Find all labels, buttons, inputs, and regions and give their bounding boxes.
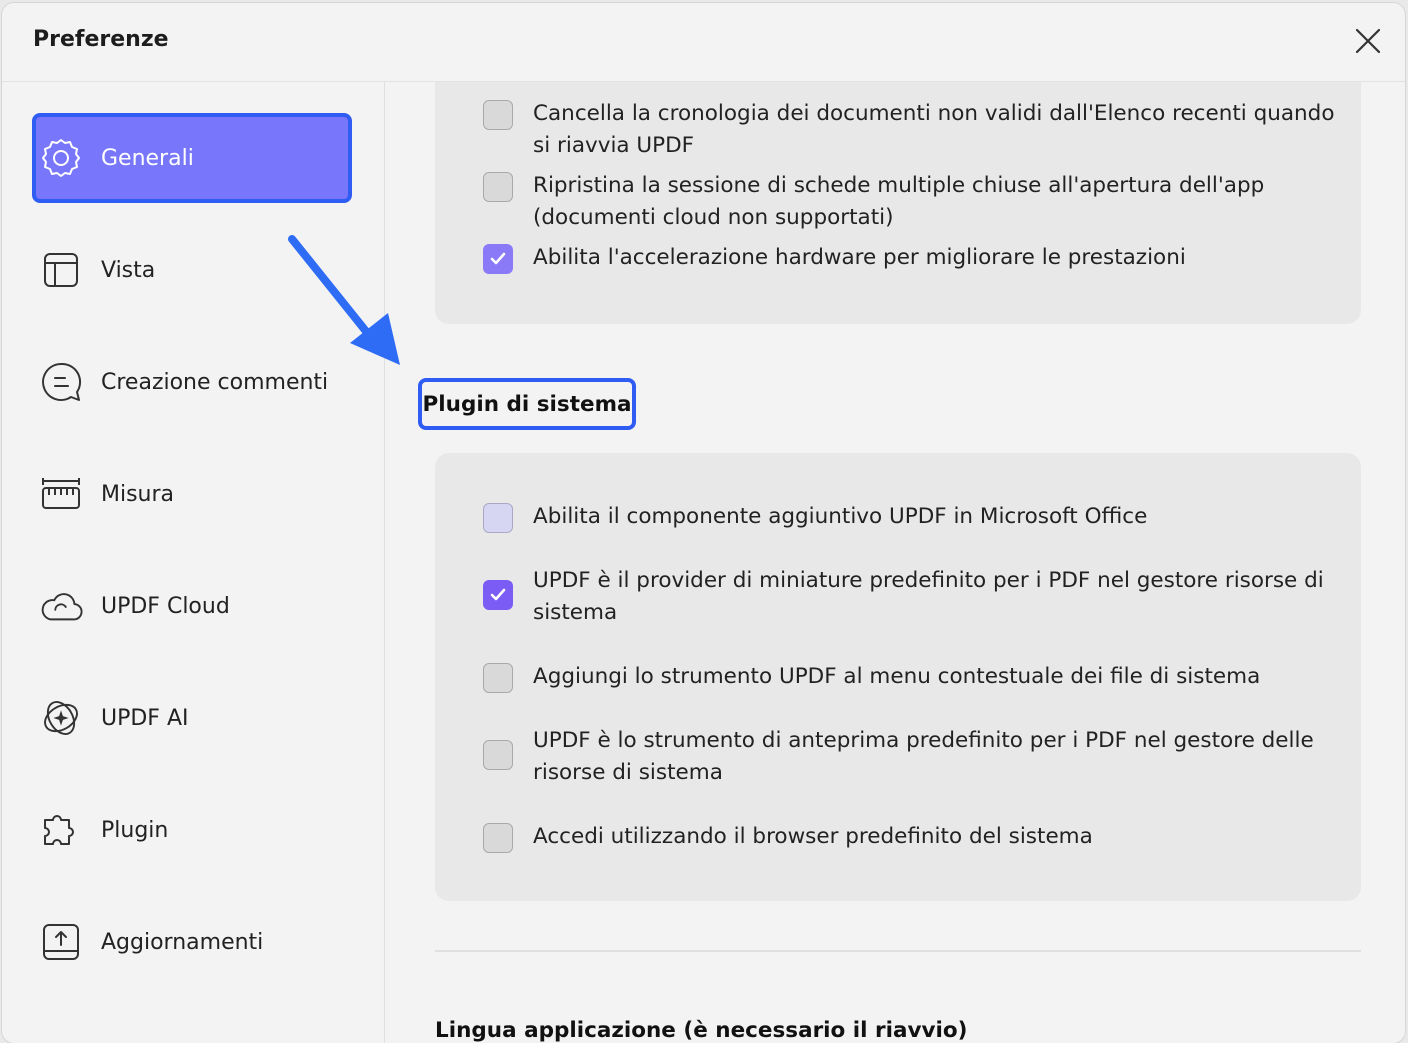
checkbox[interactable] [483,172,513,202]
option-office-addin[interactable]: Abilita il componente aggiuntivo UPDF in… [483,501,1343,533]
option-default-browser-login[interactable]: Accedi utilizzando il browser predefinit… [483,821,1343,853]
sidebar-item-label: Creazione commenti [101,369,329,395]
sidebar-item-updf-ai[interactable]: UPDF AI [32,675,350,761]
checkbox-checked[interactable] [483,580,513,610]
check-icon [490,252,506,265]
system-plugins-card: Abilita il componente aggiuntivo UPDF in… [435,453,1361,901]
checkbox[interactable] [483,740,513,770]
checkbox[interactable] [483,503,513,533]
option-restore-session[interactable]: Ripristina la sessione di schede multipl… [483,170,1343,234]
option-clear-history[interactable]: Cancella la cronologia dei documenti non… [483,98,1343,162]
checkbox[interactable] [483,823,513,853]
option-thumbnail-provider[interactable]: UPDF è il provider di miniature predefin… [483,565,1343,629]
sidebar-item-generali[interactable]: Generali [32,113,352,203]
option-label: Abilita l'accelerazione hardware per mig… [533,245,1186,270]
settings-content: Cancella la cronologia dei documenti non… [385,82,1405,1043]
gear-icon [39,136,83,180]
sidebar-item-aggiornamenti[interactable]: Aggiornamenti [32,899,350,985]
sidebar-item-label: Vista [101,257,156,283]
sidebar-item-misura[interactable]: Misura [32,451,350,537]
check-icon [490,588,506,601]
ai-sparkle-icon [39,696,83,740]
option-preview-handler[interactable]: UPDF è lo strumento di anteprima predefi… [483,725,1343,789]
close-icon [1355,28,1381,54]
option-label: Ripristina la sessione di schede multipl… [533,173,1265,230]
update-icon [39,920,83,964]
divider [435,950,1361,952]
layout-icon [39,248,83,292]
option-label: Cancella la cronologia dei documenti non… [533,101,1335,158]
sidebar-item-label: UPDF AI [101,705,189,731]
window-title: Preferenze [33,27,169,52]
sidebar-item-label: Aggiornamenti [101,929,264,955]
section-title-language: Lingua applicazione (è necessario il ria… [435,1018,968,1043]
preferences-window: Preferenze Generali Vista Creazione comm… [2,3,1405,1043]
general-options-card: Cancella la cronologia dei documenti non… [435,82,1361,324]
sidebar-item-label: Misura [101,481,175,507]
sidebar: Generali Vista Creazione commenti Misura… [2,82,385,1043]
checkbox[interactable] [483,100,513,130]
sidebar-item-label: Generali [101,145,194,171]
option-label: Accedi utilizzando il browser predefinit… [533,824,1093,849]
option-context-menu[interactable]: Aggiungi lo strumento UPDF al menu conte… [483,661,1343,693]
close-button[interactable] [1352,25,1384,57]
cloud-icon [39,584,83,628]
sidebar-item-updf-cloud[interactable]: UPDF Cloud [32,563,350,649]
option-label: UPDF è lo strumento di anteprima predefi… [533,728,1314,785]
option-label: Aggiungi lo strumento UPDF al menu conte… [533,664,1261,689]
puzzle-icon [39,808,83,852]
titlebar: Preferenze [2,3,1405,82]
section-title-system-plugins: Plugin di sistema [422,391,632,417]
sidebar-item-label: Plugin [101,817,169,843]
section-title-highlight: Plugin di sistema [418,378,636,430]
ruler-icon [39,472,83,516]
checkbox[interactable] [483,663,513,693]
checkbox-checked[interactable] [483,244,513,274]
option-label: UPDF è il provider di miniature predefin… [533,568,1324,625]
option-label: Abilita il componente aggiuntivo UPDF in… [533,504,1148,529]
option-hardware-acceleration[interactable]: Abilita l'accelerazione hardware per mig… [483,242,1343,274]
sidebar-item-label: UPDF Cloud [101,593,230,619]
comment-icon [39,360,83,404]
sidebar-item-plugin[interactable]: Plugin [32,787,350,873]
